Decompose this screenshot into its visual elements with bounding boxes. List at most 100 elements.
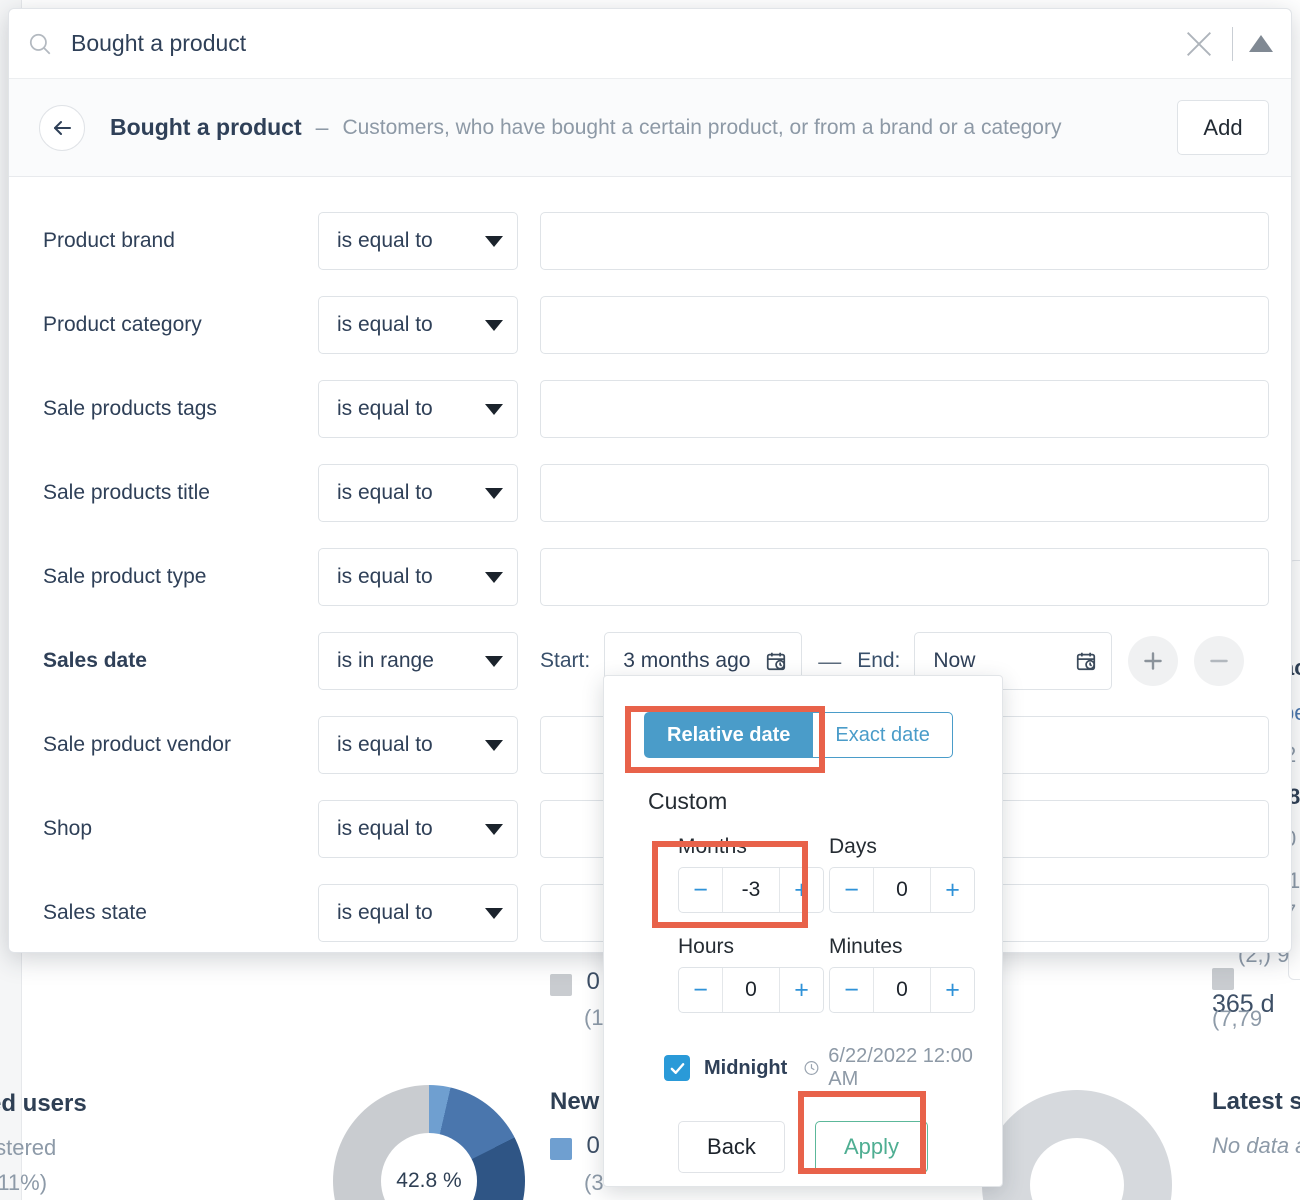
resolved-datetime: 6/22/2022 12:00 AM	[828, 1045, 973, 1090]
chevron-down-icon	[485, 235, 503, 247]
operator-select-product-brand[interactable]: is equal to	[318, 212, 518, 270]
legend-swatch-grey-right	[1212, 968, 1234, 990]
calendar-clock-icon	[1077, 652, 1096, 671]
midnight-label: Midnight	[704, 1056, 788, 1079]
midnight-checkbox[interactable]	[664, 1055, 690, 1081]
end-label: End:	[857, 649, 901, 672]
operator-select-product-category[interactable]: is equal to	[318, 296, 518, 354]
table-row: Sale products tags is equal to	[43, 367, 1269, 451]
bg-legend-new: 0	[550, 1132, 600, 1160]
breadcrumb: Bought a product – Customers, who have b…	[9, 79, 1291, 177]
days-increment-button[interactable]: +	[930, 868, 974, 912]
chevron-down-icon	[485, 319, 503, 331]
operator-select-sales-date[interactable]: is in range	[318, 632, 518, 690]
chevron-down-icon	[485, 487, 503, 499]
operator-value: is equal to	[337, 565, 433, 588]
relative-date-popup: Relative date Exact date Custom Months −…	[603, 675, 1003, 1187]
filter-label-sale-product-type: Sale product type	[43, 565, 207, 588]
months-increment-button[interactable]: +	[779, 868, 823, 912]
remove-condition-button[interactable]	[1194, 636, 1245, 686]
filter-label-sales-date: Sales date	[43, 649, 147, 672]
hours-increment-button[interactable]: +	[779, 968, 823, 1012]
value-input-product-brand[interactable]	[540, 212, 1269, 270]
table-row: Product category is equal to	[43, 283, 1269, 367]
days-value[interactable]: 0	[874, 868, 930, 912]
filter-label-product-category: Product category	[43, 313, 202, 336]
chevron-down-icon	[485, 907, 503, 919]
operator-select-shop[interactable]: is equal to	[318, 800, 518, 858]
relative-steppers: Months − -3 + Days − 0 + Hours − 0 + Min…	[678, 835, 980, 1013]
bg-left-widget-pct: (11%)	[0, 1170, 48, 1195]
hours-value[interactable]: 0	[723, 968, 779, 1012]
custom-section-label: Custom	[648, 788, 728, 814]
minus-icon	[1210, 659, 1229, 663]
search-bar: Bought a product	[9, 9, 1291, 79]
filter-label-sale-products-tags: Sale products tags	[43, 397, 217, 420]
value-input-product-category[interactable]	[540, 296, 1269, 354]
clock-icon	[804, 1061, 819, 1075]
bg-legend-top-sub: (1	[584, 1005, 604, 1030]
operator-select-sale-product-type[interactable]: is equal to	[318, 548, 518, 606]
page-description: Customers, who have bought a certain pro…	[342, 115, 1062, 139]
operator-select-sale-products-tags[interactable]: is equal to	[318, 380, 518, 438]
stepper-label-hours: Hours	[678, 935, 735, 958]
bg-right-widget-title: Latest sa	[1212, 1088, 1300, 1115]
filter-label-sales-state: Sales state	[43, 901, 147, 924]
months-value[interactable]: -3	[723, 868, 779, 912]
operator-value: is equal to	[337, 901, 433, 924]
operator-select-sale-products-title[interactable]: is equal to	[318, 464, 518, 522]
value-input-sale-products-tags[interactable]	[540, 380, 1269, 438]
end-date-value: Now	[933, 649, 976, 672]
add-condition-button[interactable]	[1128, 636, 1179, 686]
stepper-hours: Hours − 0 +	[678, 935, 829, 1013]
minutes-value[interactable]: 0	[874, 968, 930, 1012]
operator-select-sales-state[interactable]: is equal to	[318, 884, 518, 942]
hours-decrement-button[interactable]: −	[679, 968, 723, 1012]
start-date-value: 3 months ago	[623, 649, 751, 672]
chevron-down-icon	[485, 571, 503, 583]
date-mode-tabs: Relative date Exact date	[644, 712, 980, 758]
back-button[interactable]	[39, 104, 85, 151]
bg-legend-top: 0	[550, 968, 600, 996]
table-row: Sale products title is equal to	[43, 451, 1269, 535]
arrow-left-icon	[54, 120, 71, 135]
operator-select-sale-product-vendor[interactable]: is equal to	[318, 716, 518, 774]
stepper-label-months: Months	[678, 835, 747, 858]
days-decrement-button[interactable]: −	[830, 868, 874, 912]
tab-exact-date[interactable]: Exact date	[812, 712, 953, 758]
midnight-row: Midnight 6/22/2022 12:00 AM	[664, 1045, 980, 1091]
operator-value: is equal to	[337, 733, 433, 756]
bg-new-widget-title: New	[550, 1088, 600, 1115]
filter-label-shop: Shop	[43, 817, 93, 840]
operator-value: is equal to	[337, 229, 433, 252]
stepper-months: Months − -3 +	[678, 835, 829, 913]
bg-legend-right-sub: (7,79	[1212, 1006, 1263, 1031]
operator-value: is equal to	[337, 397, 433, 420]
operator-value: is equal to	[337, 313, 433, 336]
stepper-label-days: Days	[829, 835, 877, 858]
operator-value: is equal to	[337, 817, 433, 840]
filter-label-product-brand: Product brand	[43, 229, 175, 252]
minutes-increment-button[interactable]: +	[930, 968, 974, 1012]
back-button-popup[interactable]: Back	[678, 1121, 785, 1173]
bg-left-widget-sub: gistered	[0, 1135, 57, 1160]
table-row: Sale product type is equal to	[43, 535, 1269, 619]
operator-value: is equal to	[337, 481, 433, 504]
chevron-down-icon	[485, 403, 503, 415]
bg-legend-new-sub: (3	[584, 1170, 604, 1195]
value-input-sale-products-title[interactable]	[540, 464, 1269, 522]
table-row: Product brand is equal to	[43, 199, 1269, 283]
plus-icon	[1144, 652, 1163, 670]
triangle-up-icon[interactable]	[1249, 35, 1273, 52]
stepper-label-minutes: Minutes	[829, 935, 903, 958]
months-decrement-button[interactable]: −	[679, 868, 723, 912]
search-input[interactable]: Bought a product	[71, 30, 1182, 57]
close-icon[interactable]	[1182, 27, 1216, 61]
apply-button[interactable]: Apply	[814, 1121, 928, 1173]
tab-relative-date[interactable]: Relative date	[644, 712, 813, 758]
chevron-down-icon	[485, 739, 503, 751]
bg-right-widget-empty: No data a	[1212, 1133, 1300, 1158]
add-button[interactable]: Add	[1177, 100, 1269, 155]
minutes-decrement-button[interactable]: −	[830, 968, 874, 1012]
value-input-sale-product-type[interactable]	[540, 548, 1269, 606]
